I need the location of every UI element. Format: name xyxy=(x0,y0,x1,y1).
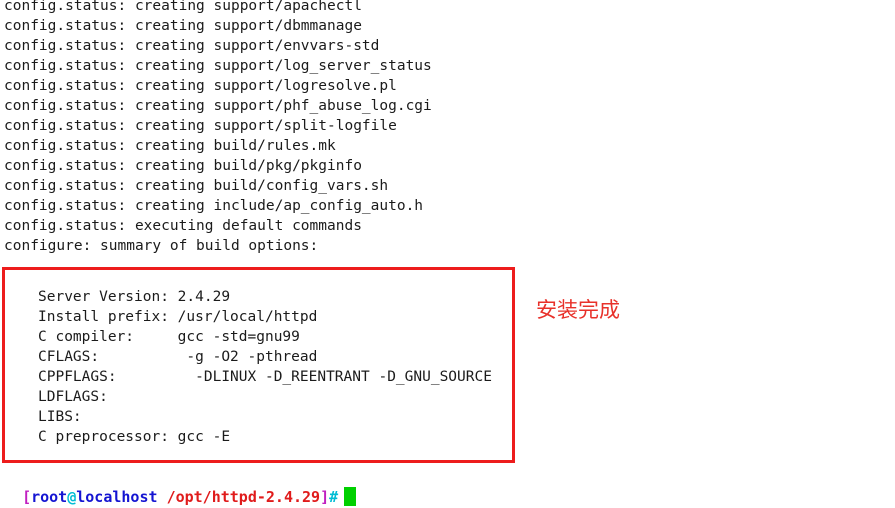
prompt-hostname: localhost xyxy=(76,488,158,506)
log-line: config.status: creating include/ap_confi… xyxy=(4,198,424,214)
summary-line-ldflags: LDFLAGS: xyxy=(38,389,108,405)
log-line: config.status: creating support/envvars-… xyxy=(4,38,380,54)
log-line: config.status: creating build/config_var… xyxy=(4,178,389,194)
summary-line-c-compiler: C compiler: gcc -std=gnu99 xyxy=(38,329,300,345)
summary-line-install-prefix: Install prefix: /usr/local/httpd xyxy=(38,309,318,325)
prompt-close-bracket: ] xyxy=(320,488,330,506)
log-line: config.status: creating build/pkg/pkginf… xyxy=(4,158,362,174)
log-line: config.status: executing default command… xyxy=(4,218,362,234)
summary-line-cflags: CFLAGS: -g -O2 -pthread xyxy=(38,349,318,365)
summary-line-cppflags: CPPFLAGS: -DLINUX -D_REENTRANT -D_GNU_SO… xyxy=(38,369,492,385)
summary-line-libs: LIBS: xyxy=(38,409,82,425)
terminal-log-output: config.status: creating support/apxs con… xyxy=(0,0,895,256)
summary-line-server-version: Server Version: 2.4.29 xyxy=(38,289,231,305)
log-line: config.status: creating build/rules.mk xyxy=(4,138,336,154)
log-line: config.status: creating support/logresol… xyxy=(4,78,397,94)
log-line: configure: summary of build options: xyxy=(4,238,319,254)
prompt-at-symbol: @ xyxy=(67,488,77,506)
annotation-install-complete: 安装完成 xyxy=(536,298,620,322)
log-line: config.status: creating support/log_serv… xyxy=(4,58,432,74)
shell-prompt-line[interactable]: [root@localhost /opt/httpd-2.4.29]# xyxy=(4,466,357,508)
prompt-working-directory: /opt/httpd-2.4.29 xyxy=(166,488,321,506)
log-line: config.status: creating support/split-lo… xyxy=(4,118,397,134)
prompt-open-bracket: [ xyxy=(22,488,32,506)
build-options-summary: Server Version: 2.4.29 Install prefix: /… xyxy=(38,287,518,447)
log-line: config.status: creating support/phf_abus… xyxy=(4,98,432,114)
log-line: config.status: creating support/apachect… xyxy=(4,0,362,14)
prompt-hash-symbol: # xyxy=(329,488,339,506)
prompt-separator xyxy=(158,488,167,506)
log-line: config.status: creating support/dbmmanag… xyxy=(4,18,362,34)
prompt-username: root xyxy=(31,488,68,506)
summary-line-c-preprocessor: C preprocessor: gcc -E xyxy=(38,429,231,445)
terminal-cursor-block[interactable] xyxy=(344,487,357,506)
